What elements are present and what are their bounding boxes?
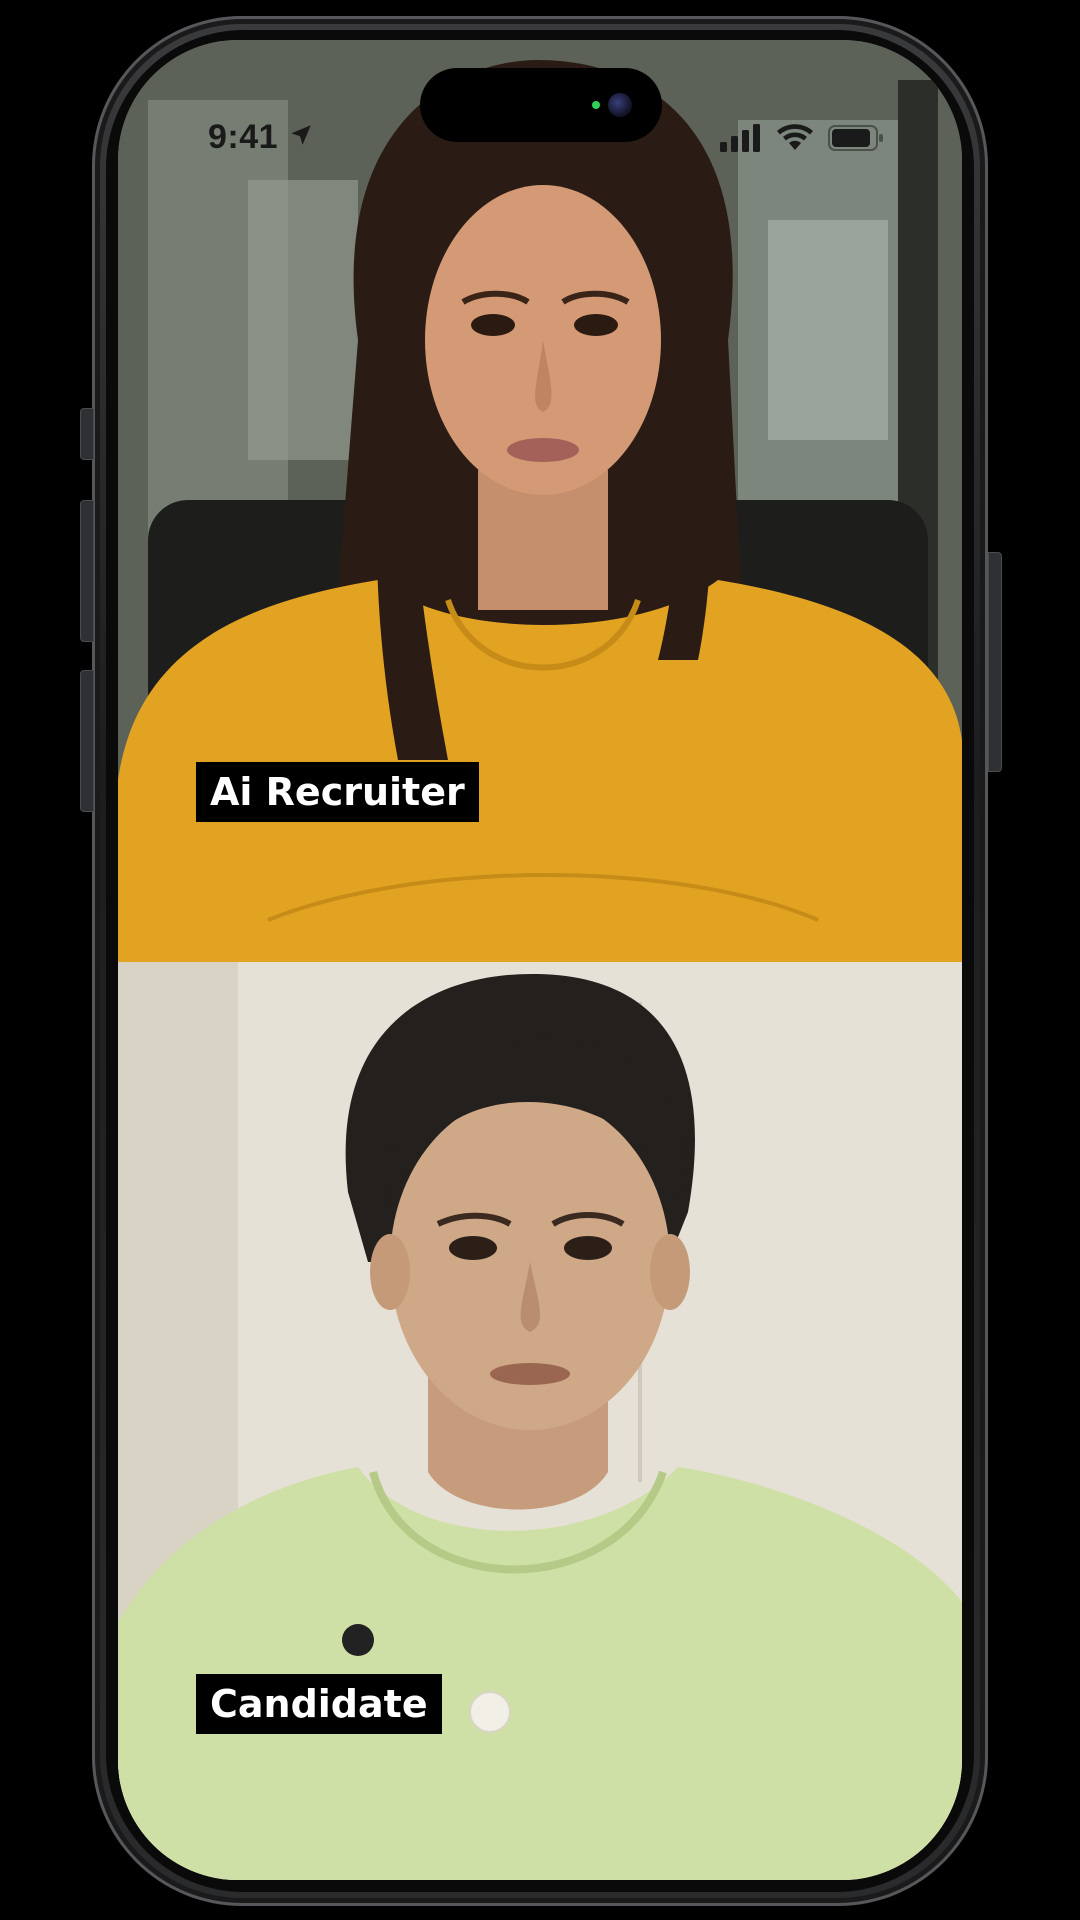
candidate-video-feed[interactable]: Candidate <box>118 962 962 1880</box>
status-time: 9:41 <box>208 118 279 156</box>
location-arrow-icon <box>288 122 314 153</box>
wifi-icon <box>776 124 814 157</box>
side-power-button <box>988 552 1002 772</box>
volume-down-button <box>80 670 94 812</box>
cellular-signal-icon <box>720 124 762 157</box>
front-camera-lens <box>608 93 632 117</box>
recruiter-video-feed[interactable]: Ai Recruiter <box>118 40 962 962</box>
video-call-mockup: Ai Recruiter Candidate 9:41 <box>0 0 1080 1920</box>
candidate-name-label: Candidate <box>196 1674 442 1734</box>
status-time-group: 9:41 <box>208 118 314 157</box>
battery-icon <box>828 124 884 157</box>
status-bar: 9:41 <box>118 40 962 170</box>
volume-up-button <box>80 500 94 642</box>
recruiter-video-image <box>118 40 962 962</box>
status-icons <box>720 124 884 157</box>
phone-screen: Ai Recruiter Candidate 9:41 <box>118 40 962 1880</box>
action-button <box>80 408 94 460</box>
dynamic-island <box>420 68 662 142</box>
privacy-indicator-dot <box>592 101 600 109</box>
recruiter-name-label: Ai Recruiter <box>196 762 479 822</box>
candidate-video-image <box>118 962 962 1880</box>
